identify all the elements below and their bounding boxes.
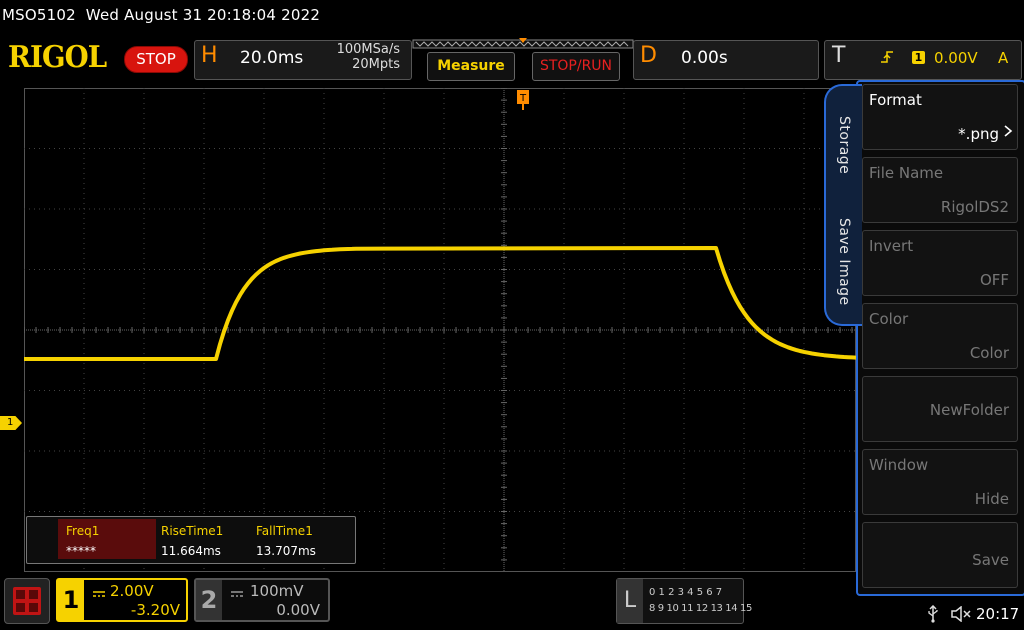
sample-rate: 100MSa/s bbox=[336, 42, 400, 57]
waveform-display[interactable] bbox=[24, 88, 856, 572]
ch1-waveform bbox=[24, 246, 856, 361]
run-state-badge[interactable]: STOP bbox=[124, 46, 188, 73]
measure-value-risetime: 11.664ms bbox=[161, 544, 221, 558]
logic-letter: L bbox=[617, 579, 643, 623]
chevron-right-icon bbox=[1003, 123, 1013, 142]
usb-icon bbox=[926, 604, 940, 627]
ch1-number: 1 bbox=[58, 580, 84, 620]
menu-item-value: *.png bbox=[958, 125, 999, 143]
side-menu-tab[interactable]: Storage Save Image bbox=[824, 84, 862, 326]
tab-storage[interactable]: Storage bbox=[836, 116, 852, 174]
ch2-number: 2 bbox=[196, 580, 222, 620]
trigger-source-badge: 1 bbox=[912, 51, 925, 64]
trigger-position-marker[interactable]: T bbox=[516, 90, 530, 110]
main-menu-button[interactable] bbox=[4, 578, 50, 624]
horizontal-letter: H bbox=[201, 43, 218, 68]
measure-value-freq: ***** bbox=[66, 544, 96, 558]
logic-analyzer-settings[interactable]: L 0 1 2 3 4 5 6 7 8 9 10 11 12 13 14 15 bbox=[616, 578, 752, 624]
ch1-settings[interactable]: 1 2.00V -3.20V bbox=[56, 578, 188, 622]
grid-menu-icon bbox=[13, 587, 41, 615]
menu-item-format[interactable]: Format *.png bbox=[862, 84, 1018, 150]
ch2-scale: 100mV bbox=[250, 582, 304, 600]
menu-item-title: Window bbox=[869, 456, 929, 474]
menu-item-color[interactable]: Color Color bbox=[862, 303, 1018, 369]
menu-item-title: Color bbox=[869, 310, 909, 328]
ch1-offset: -3.20V bbox=[130, 601, 180, 619]
menu-item-value: Save bbox=[972, 551, 1009, 569]
measure-label-falltime: FallTime1 bbox=[256, 524, 313, 538]
menu-item-value: RigolDS2 bbox=[940, 198, 1009, 216]
timebase-value: 20.0ms bbox=[240, 48, 304, 68]
dc-coupling-icon bbox=[92, 583, 106, 602]
trigger-mode: A bbox=[998, 49, 1009, 67]
menu-item-invert[interactable]: Invert OFF bbox=[862, 230, 1018, 296]
logic-channels-row2: 8 9 10 11 12 13 14 15 bbox=[649, 603, 752, 614]
menu-item-value: Color bbox=[969, 344, 1009, 362]
menu-item-title: File Name bbox=[869, 164, 944, 182]
memory-position-bar bbox=[412, 38, 634, 49]
speaker-muted-icon[interactable] bbox=[950, 605, 972, 626]
measure-label-risetime: RiseTime1 bbox=[161, 524, 224, 538]
delay-letter: D bbox=[640, 43, 657, 68]
tab-save-image[interactable]: Save Image bbox=[836, 218, 852, 306]
menu-item-title: Format bbox=[869, 91, 922, 109]
menu-item-file-name[interactable]: File Name RigolDS2 bbox=[862, 157, 1018, 223]
measure-label-freq: Freq1 bbox=[66, 524, 100, 538]
measure-button[interactable]: Measure bbox=[427, 52, 515, 81]
ch2-settings[interactable]: 2 100mV 0.00V bbox=[194, 578, 330, 622]
model-label: MSO5102 bbox=[2, 6, 76, 24]
menu-item-window[interactable]: Window Hide bbox=[862, 449, 1018, 515]
ch2-offset: 0.00V bbox=[276, 601, 320, 619]
clock: 20:17 bbox=[976, 605, 1020, 623]
menu-item-title: Invert bbox=[869, 237, 914, 255]
memory-depth: 20Mpts bbox=[352, 57, 400, 72]
datetime-label: Wed August 31 20:18:04 2022 bbox=[85, 6, 321, 24]
status-line: MSO5102 Wed August 31 20:18:04 2022 bbox=[2, 6, 320, 24]
menu-item-value: Hide bbox=[974, 490, 1009, 508]
svg-text:T: T bbox=[519, 93, 527, 104]
logic-channels-row1: 0 1 2 3 4 5 6 7 bbox=[649, 587, 723, 598]
menu-item-new-folder[interactable]: NewFolder bbox=[862, 376, 1018, 442]
stop-run-button[interactable]: STOP/RUN bbox=[532, 52, 620, 81]
rising-edge-icon bbox=[880, 50, 894, 68]
ch1-scale: 2.00V bbox=[110, 582, 154, 600]
measure-value-falltime: 13.707ms bbox=[256, 544, 316, 558]
brand-logo: RIGOL bbox=[8, 40, 107, 75]
menu-item-value: NewFolder bbox=[929, 401, 1009, 419]
menu-item-value: OFF bbox=[979, 271, 1009, 289]
acquisition-info: 100MSa/s 20Mpts bbox=[320, 42, 400, 72]
menu-item-save[interactable]: Save bbox=[862, 522, 1018, 588]
trigger-letter: T bbox=[832, 43, 846, 68]
trigger-level: 0.00V bbox=[934, 49, 978, 67]
ch1-ground-marker[interactable]: 1 bbox=[0, 416, 22, 430]
dc-coupling-icon bbox=[230, 583, 244, 602]
delay-value: 0.00s bbox=[681, 48, 728, 68]
